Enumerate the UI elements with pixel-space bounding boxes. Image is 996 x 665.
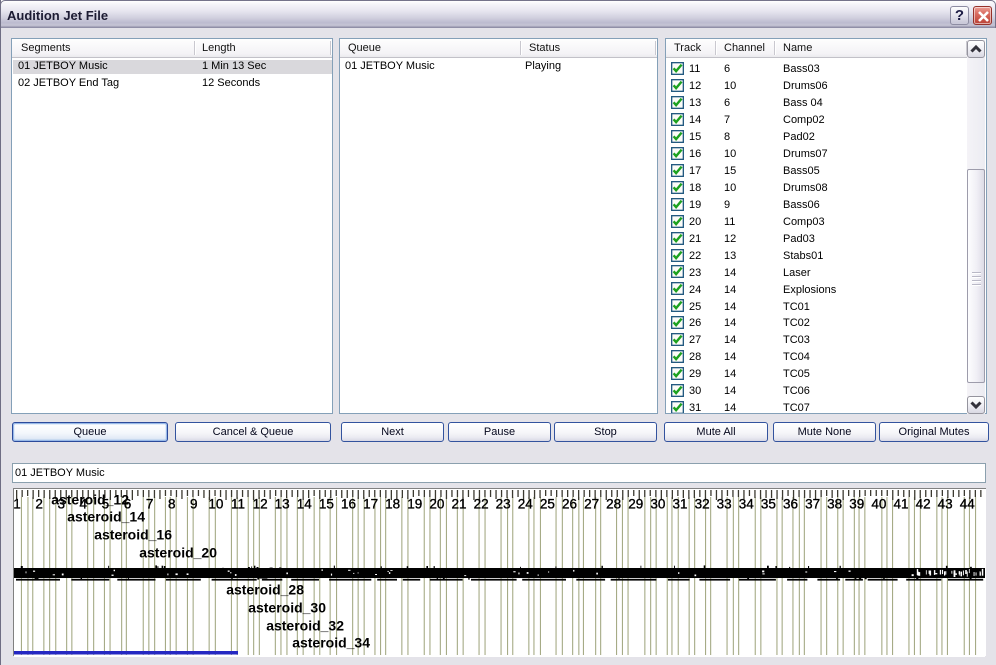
svg-text:42: 42 [916,496,931,511]
svg-text:13: 13 [275,496,290,511]
svg-text:43: 43 [938,496,953,511]
svg-text:2: 2 [35,496,43,511]
svg-text:27: 27 [584,496,599,511]
svg-text:39: 39 [849,496,864,511]
svg-text:asteroid_32: asteroid_32 [266,618,344,634]
svg-text:36: 36 [783,496,798,511]
svg-text:24: 24 [518,496,534,511]
svg-text:11: 11 [231,496,245,511]
svg-text:25: 25 [540,496,555,511]
svg-text:17: 17 [363,496,378,511]
svg-text:asteroid_20: asteroid_20 [139,545,217,561]
svg-text:asteroid_34: asteroid_34 [292,635,370,651]
svg-text:44: 44 [960,496,976,511]
svg-text:asteroid_14: asteroid_14 [67,509,145,525]
svg-text:21: 21 [451,496,466,511]
svg-text:20: 20 [429,496,444,511]
svg-text:15: 15 [319,496,334,511]
svg-text:12: 12 [253,496,268,511]
svg-text:33: 33 [717,496,732,511]
svg-text:asteroid_30: asteroid_30 [248,600,326,616]
svg-text:asteroid_16: asteroid_16 [94,527,172,543]
svg-text:40: 40 [871,496,886,511]
svg-text:22: 22 [474,496,489,511]
svg-text:41: 41 [893,496,908,511]
svg-text:31: 31 [672,496,687,511]
svg-text:18: 18 [385,496,400,511]
svg-text:23: 23 [496,496,511,511]
svg-text:9: 9 [190,496,198,511]
svg-text:7: 7 [146,496,154,511]
svg-text:30: 30 [650,496,665,511]
svg-text:38: 38 [827,496,842,511]
svg-text:1: 1 [14,496,21,511]
svg-text:29: 29 [628,496,643,511]
svg-text:10: 10 [208,496,223,511]
svg-text:14: 14 [297,496,313,511]
svg-text:asteroid_28: asteroid_28 [226,582,304,598]
svg-text:37: 37 [805,496,820,511]
svg-text:19: 19 [407,496,422,511]
svg-text:8: 8 [168,496,176,511]
svg-text:28: 28 [606,496,621,511]
svg-text:16: 16 [341,496,356,511]
svg-text:34: 34 [739,496,755,511]
svg-text:26: 26 [562,496,577,511]
svg-text:32: 32 [695,496,710,511]
svg-text:35: 35 [761,496,776,511]
svg-text:asteroid_12: asteroid_12 [51,492,129,508]
